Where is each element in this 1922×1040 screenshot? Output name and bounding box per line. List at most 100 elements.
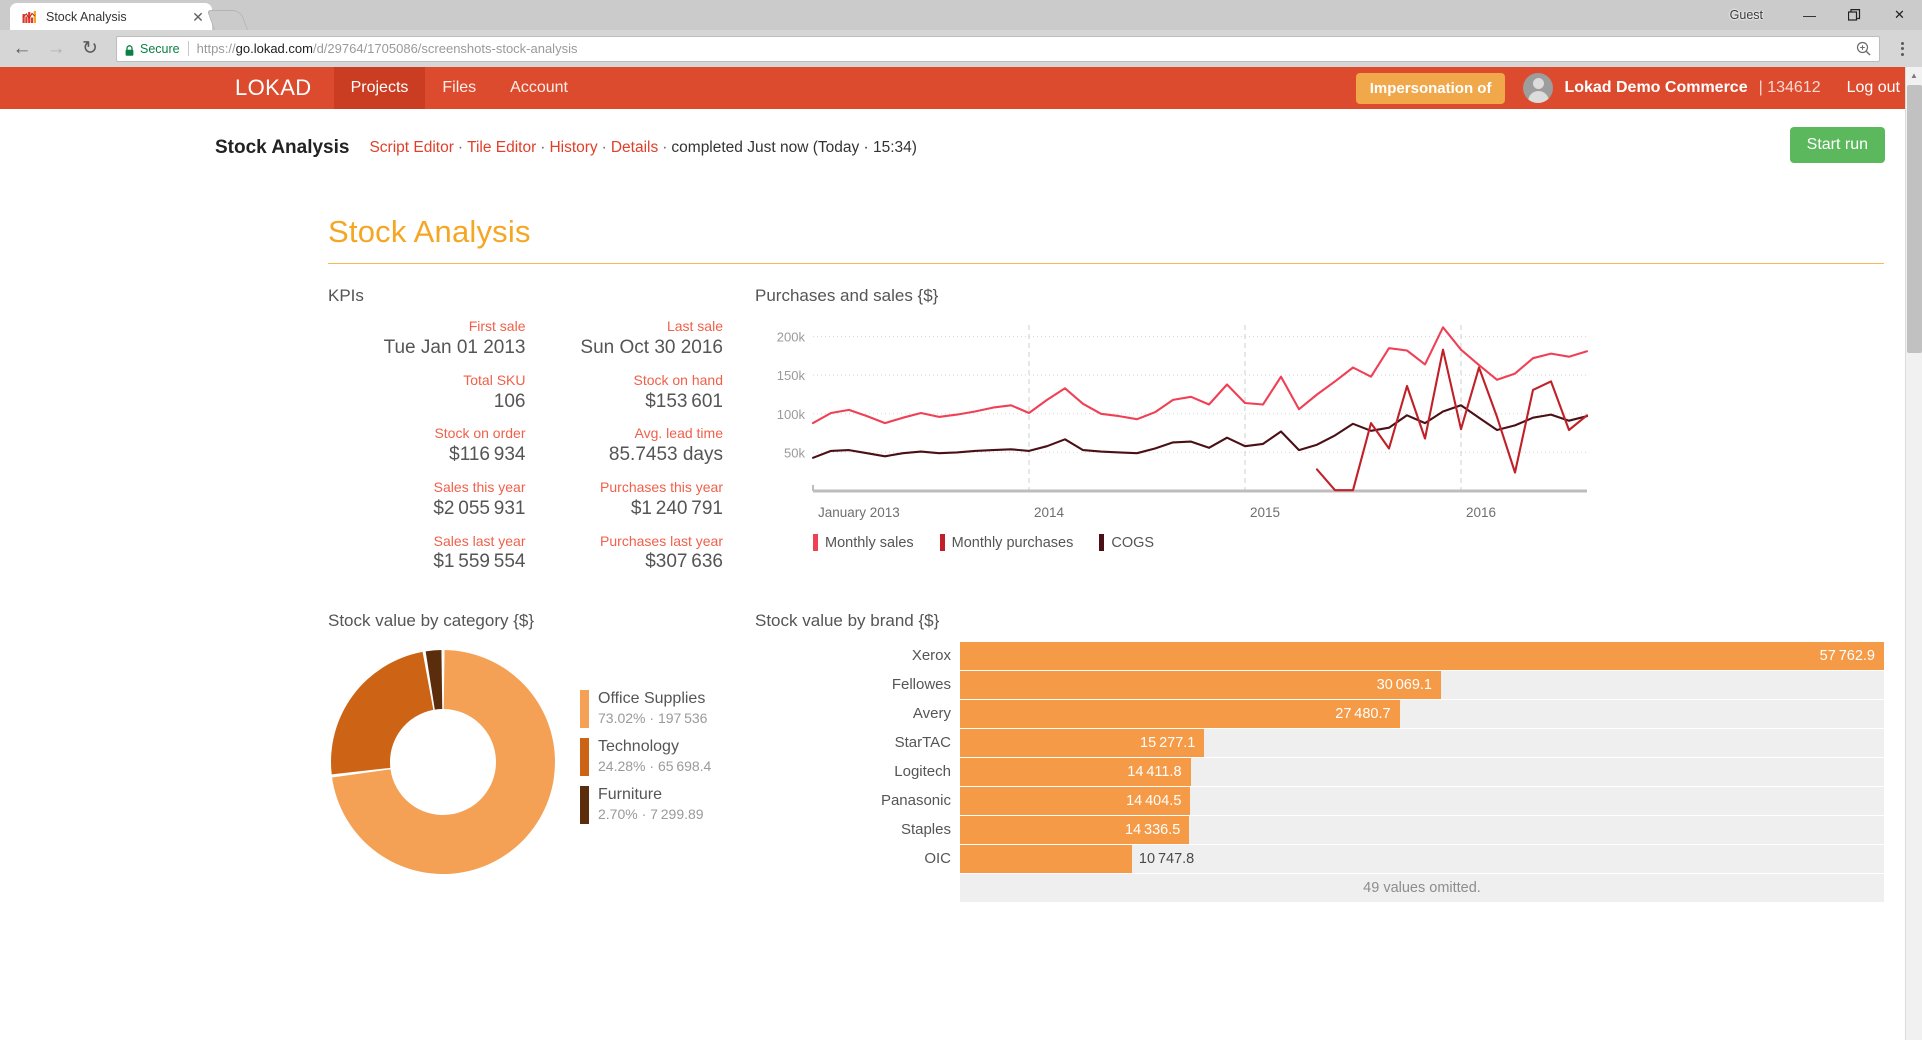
legend-label: Monthly sales [825, 535, 914, 551]
legend-item-office-supplies[interactable]: Office Supplies 73.02% · 197 536 [580, 690, 711, 728]
profile-label[interactable]: Guest [1720, 6, 1773, 24]
legend-label: Monthly purchases [952, 535, 1074, 551]
bar-fill: 14 336.5 [960, 816, 1189, 844]
line-chart-svg: 50k100k150k200kJanuary 2013201420152016 [755, 317, 1595, 525]
page-title: Stock Analysis [215, 137, 349, 159]
page-scrollbar[interactable]: ▲ [1905, 67, 1922, 1040]
legend-sublabel: 73.02% · 197 536 [598, 710, 707, 726]
line-chart: 50k100k150k200kJanuary 2013201420152016 … [755, 317, 1884, 551]
close-icon[interactable]: ✕ [190, 9, 206, 25]
link-separator-1: · [458, 139, 463, 156]
purchases-sales-tile: Purchases and sales {$} 50k100k150k200kJ… [723, 286, 1884, 585]
bar-chart-title: Stock value by brand {$} [755, 611, 1884, 631]
svg-text:2016: 2016 [1466, 505, 1496, 520]
line-chart-legend: Monthly sales Monthly purchases COGS [755, 534, 1884, 551]
bar-value: 10 747.8 [1132, 845, 1194, 873]
bar-row[interactable]: Fellowes 30 069.1 [755, 671, 1884, 699]
bar-track: 30 069.1 [960, 671, 1884, 699]
legend-item-monthly-sales[interactable]: Monthly sales [813, 534, 914, 551]
bar-fill: 15 277.1 [960, 729, 1204, 757]
user-id: | 134612 [1759, 79, 1821, 97]
impersonation-badge[interactable]: Impersonation of [1356, 73, 1506, 104]
kpi-column-left: First sale Tue Jan 01 2013 Total SKU 106… [328, 317, 526, 585]
link-script-editor[interactable]: Script Editor [369, 139, 453, 156]
url-prefix: https:// [197, 41, 236, 56]
link-separator-4: · [662, 139, 667, 156]
kpi-label: Last sale [526, 317, 724, 336]
line-chart-title: Purchases and sales {$} [755, 286, 1884, 306]
close-window-button[interactable]: ✕ [1877, 0, 1922, 30]
minimize-button[interactable]: — [1787, 0, 1832, 30]
bar-label: Fellowes [755, 671, 960, 699]
bar-fill: 30 069.1 [960, 671, 1441, 699]
kpi-column-right: Last sale Sun Oct 30 2016 Stock on hand … [526, 317, 724, 585]
bar-value: 14 404.5 [1126, 793, 1190, 809]
bar-row[interactable]: Xerox57 762.9 [755, 642, 1884, 670]
browser-toolbar: ← → ↻ Secure https://go.lokad.com/d/2976… [0, 30, 1922, 67]
kpi-grid: First sale Tue Jan 01 2013 Total SKU 106… [328, 317, 723, 585]
kpi-label: Total SKU [328, 371, 526, 390]
kpis-tile-title: KPIs [328, 286, 723, 306]
legend-sublabel: 2.70% · 7 299.89 [598, 806, 704, 822]
bar-track: 14 336.5 [960, 816, 1884, 844]
link-history[interactable]: History [549, 139, 597, 156]
bar-row[interactable]: Logitech14 411.8 [755, 758, 1884, 786]
nav-link-files[interactable]: Files [425, 67, 493, 109]
legend-item-cogs[interactable]: COGS [1099, 534, 1154, 551]
user-name: Lokad Demo Commerce [1564, 79, 1747, 97]
link-separator-3: · [602, 139, 607, 156]
reload-icon[interactable]: ↻ [74, 34, 106, 64]
link-tile-editor[interactable]: Tile Editor [467, 139, 536, 156]
kpi-total-sku: Total SKU 106 [328, 371, 526, 425]
maximize-button[interactable] [1832, 0, 1877, 30]
bar-label: Staples [755, 816, 960, 844]
link-separator-2: · [540, 139, 545, 156]
svg-text:2015: 2015 [1250, 505, 1280, 520]
three-dot-menu-icon[interactable] [1888, 34, 1916, 64]
donut-slice[interactable] [331, 652, 433, 774]
legend-swatch [813, 534, 818, 551]
kpi-value: $1 559 554 [328, 550, 526, 574]
bar-track: 14 411.8 [960, 758, 1884, 786]
logout-link[interactable]: Log out [1847, 79, 1900, 97]
kpi-label: First sale [328, 317, 526, 336]
new-tab-icon[interactable] [207, 10, 248, 30]
bar-row[interactable]: Staples14 336.5 [755, 816, 1884, 844]
kpi-value: $1 240 791 [526, 497, 724, 521]
lokad-brand-logo[interactable]: LOKAD [235, 67, 334, 109]
address-bar-url: https://go.lokad.com/d/29764/1705086/scr… [197, 41, 578, 56]
svg-text:100k: 100k [777, 407, 806, 422]
bar-row[interactable]: StarTAC15 277.1 [755, 729, 1884, 757]
bar-fill: 14 411.8 [960, 758, 1191, 786]
user-block[interactable]: Lokad Demo Commerce | 134612 [1523, 73, 1820, 103]
bar-row[interactable]: Panasonic14 404.5 [755, 787, 1884, 815]
link-details[interactable]: Details [611, 139, 658, 156]
zoom-in-icon[interactable] [1856, 41, 1871, 56]
start-run-button[interactable]: Start run [1790, 127, 1885, 163]
url-path: /d/29764/1705086/screenshots-stock-analy… [313, 41, 578, 56]
dashboard-title: Stock Analysis [328, 214, 1884, 264]
kpi-value: $116 934 [328, 443, 526, 467]
bar-fill [960, 845, 1132, 873]
lock-icon [125, 43, 134, 54]
nav-link-account[interactable]: Account [493, 67, 585, 109]
nav-link-projects[interactable]: Projects [334, 67, 426, 109]
back-arrow-icon[interactable]: ← [6, 34, 38, 64]
legend-item-technology[interactable]: Technology 24.28% · 65 698.4 [580, 738, 711, 776]
bar-value: 15 277.1 [1140, 735, 1204, 751]
bar-row[interactable]: OIC10 747.8 [755, 845, 1884, 873]
legend-item-furniture[interactable]: Furniture 2.70% · 7 299.89 [580, 786, 711, 824]
kpi-first-sale: First sale Tue Jan 01 2013 [328, 317, 526, 371]
bar-chart: Xerox57 762.9Fellowes 30 069.1 Avery27 480… [755, 642, 1884, 873]
svg-text:50k: 50k [784, 445, 805, 460]
bar-row[interactable]: Avery27 480.7 [755, 700, 1884, 728]
kpi-value: $2 055 931 [328, 497, 526, 521]
legend-item-monthly-purchases[interactable]: Monthly purchases [940, 534, 1074, 551]
bar-value: 30 069.1 [1377, 677, 1441, 693]
kpi-value: 106 [328, 390, 526, 414]
address-bar[interactable]: Secure https://go.lokad.com/d/29764/1705… [116, 36, 1880, 62]
browser-tab[interactable]: Stock Analysis ✕ [10, 3, 212, 30]
legend-swatch [580, 690, 589, 728]
legend-label: COGS [1111, 535, 1154, 551]
kpi-purchases-last-year: Purchases last year $307 636 [526, 532, 724, 586]
